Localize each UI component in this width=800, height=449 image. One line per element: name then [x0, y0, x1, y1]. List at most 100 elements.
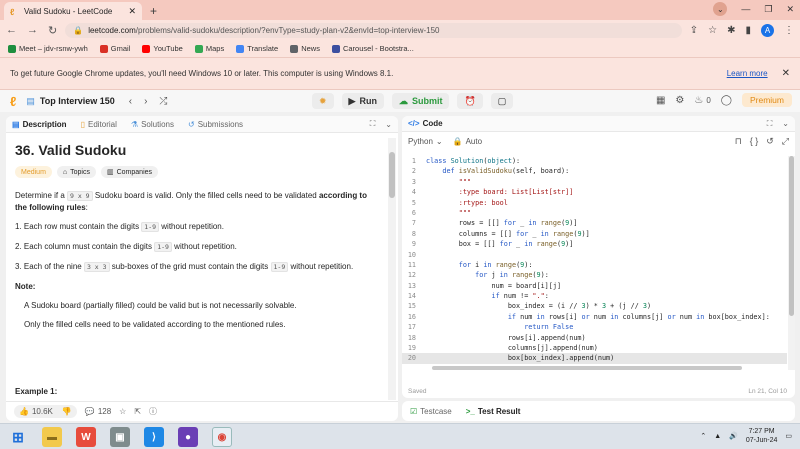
share-icon[interactable]: ⇱: [134, 407, 141, 416]
editor-scrollbar[interactable]: [788, 156, 795, 370]
learn-more-link[interactable]: Learn more: [727, 69, 768, 78]
format-braces-icon[interactable]: { }: [750, 136, 759, 146]
bookmark-youtube[interactable]: YouTube: [142, 44, 183, 53]
settings-gear-icon[interactable]: ⚙: [675, 95, 684, 106]
maximize-icon[interactable]: ⛶: [370, 119, 376, 129]
bookmark-label: Maps: [205, 44, 225, 53]
address-toolbar: ← → ↻ 🔒 leetcode.com /problems/valid-sud…: [0, 20, 800, 40]
building-icon: ▥: [106, 168, 114, 176]
like-button[interactable]: 👍 10.6K 👎: [14, 405, 77, 418]
window-controls: ⌄ — ❐ ✕: [713, 2, 794, 16]
user-avatar-icon[interactable]: ◯: [721, 95, 732, 106]
tray-chevron-icon[interactable]: ⌃: [700, 432, 706, 440]
problem-list-button[interactable]: ▤ Top Interview 150: [26, 96, 114, 107]
tab-solutions[interactable]: ⚗ Solutions: [131, 120, 174, 129]
submit-label: Submit: [411, 96, 443, 106]
app-window-icon[interactable]: ▣: [110, 427, 130, 447]
editor-horizontal-scrollbar[interactable]: [432, 366, 742, 370]
volume-icon[interactable]: 🔊: [729, 432, 738, 440]
code-line: 15 box_index = (i // 3) * 3 + (j // 3): [407, 302, 652, 311]
auto-label: Auto: [465, 136, 483, 146]
reload-icon[interactable]: ↻: [48, 24, 57, 37]
thumbs-down-icon[interactable]: 👎: [62, 407, 72, 416]
next-problem-icon[interactable]: ›: [144, 96, 147, 107]
bookmark-star-icon[interactable]: ☆: [708, 25, 717, 36]
extensions-icon[interactable]: ✱: [727, 25, 735, 36]
share-icon[interactable]: ⇪: [690, 25, 698, 36]
favorite-star-icon[interactable]: ☆: [119, 407, 126, 416]
note-item: Only the filled cells need to be validat…: [24, 319, 375, 330]
side-panel-icon[interactable]: ▮: [745, 25, 751, 36]
tab-label: Editorial: [87, 119, 117, 129]
back-icon[interactable]: ←: [6, 24, 17, 36]
problem-intro: Determine if a 9 x 9 Sudoku board is val…: [15, 190, 375, 213]
bookmark-gmail[interactable]: Gmail: [99, 44, 130, 53]
maximize-icon[interactable]: ⛶: [767, 119, 773, 129]
collapse-chevron-icon[interactable]: ⌄: [782, 119, 789, 128]
profile-avatar[interactable]: A: [761, 23, 774, 37]
streak-counter[interactable]: ♨ 0: [694, 95, 710, 106]
restore-icon[interactable]: ❐: [764, 4, 772, 15]
topics-button[interactable]: ⌂ Topics: [56, 166, 96, 178]
shuffle-icon[interactable]: ⤮: [159, 96, 167, 107]
windows-start-icon[interactable]: ⊞: [8, 427, 28, 447]
vscode-icon[interactable]: ⟩: [144, 427, 164, 447]
bookmark-maps[interactable]: Maps: [194, 44, 225, 53]
code-line: 14 if num != ".":: [407, 292, 549, 301]
language-label: Python: [408, 136, 433, 146]
collapse-chevron-icon[interactable]: ⌄: [385, 120, 392, 129]
menu-kebab-icon[interactable]: ⋮: [784, 25, 794, 36]
github-icon[interactable]: ●: [178, 427, 198, 447]
bookmark-translate[interactable]: Translate: [236, 44, 278, 53]
companies-label: Companies: [116, 168, 153, 176]
code-line: 2 def isValidSudoku(self, board):: [411, 167, 570, 176]
prev-problem-icon[interactable]: ‹: [129, 96, 132, 107]
notifications-icon[interactable]: ▭: [785, 432, 792, 440]
tab-test-result[interactable]: >_ Test Result: [466, 407, 521, 416]
code-editor[interactable]: 1 class Solution(object): 2 def isValidSu…: [402, 156, 787, 370]
scrollbar-thumb[interactable]: [789, 156, 794, 316]
help-icon[interactable]: ⓘ: [149, 406, 157, 417]
leetcode-logo-icon[interactable]: ℓ: [10, 94, 16, 109]
scrollbar-thumb[interactable]: [389, 152, 395, 198]
tab-editorial[interactable]: ▯ Editorial: [81, 120, 117, 129]
clock[interactable]: 7:27 PM 07-Jun-24: [746, 427, 778, 445]
companies-button[interactable]: ▥ Companies: [100, 166, 159, 178]
fullscreen-icon[interactable]: ⤢: [782, 136, 789, 147]
tab-testcase[interactable]: ☑ Testcase: [410, 407, 452, 416]
new-tab-icon[interactable]: +: [150, 4, 157, 18]
address-bar[interactable]: 🔒 leetcode.com /problems/valid-sudoku/de…: [65, 22, 682, 38]
premium-button[interactable]: Premium: [741, 93, 792, 107]
auto-mode-toggle[interactable]: 🔒 Auto: [453, 137, 482, 146]
browser-tab[interactable]: ℓ Valid Sudoku - LeetCode ✕: [4, 2, 142, 20]
bookmark-icon[interactable]: ⊓: [735, 136, 742, 147]
file-explorer-icon[interactable]: ▬: [42, 427, 62, 447]
tab-submissions[interactable]: ↺ Submissions: [188, 120, 243, 129]
reset-icon[interactable]: ↺: [766, 136, 774, 147]
debug-button[interactable]: ✹: [312, 93, 334, 109]
terminal-icon: >_: [465, 406, 475, 416]
comments-button[interactable]: 💬 128: [85, 407, 111, 416]
description-scrollbar[interactable]: [388, 138, 396, 400]
run-button[interactable]: ▶ Run: [341, 93, 384, 109]
layout-grid-icon[interactable]: ▦: [656, 95, 665, 106]
tab-search-chevron-icon[interactable]: ⌄: [713, 2, 728, 16]
timer-button[interactable]: ⏰: [457, 93, 483, 109]
close-tab-icon[interactable]: ✕: [128, 6, 136, 17]
notes-button[interactable]: ▢: [490, 93, 514, 109]
rule-3: 3. Each of the nine 3 x 3 sub-boxes of t…: [15, 261, 375, 273]
minimize-icon[interactable]: —: [741, 4, 750, 14]
bookmark-news[interactable]: News: [290, 44, 320, 53]
cursor-position: Ln 21, Col 10: [748, 388, 787, 395]
forward-icon[interactable]: →: [27, 24, 38, 36]
network-icon[interactable]: ▲: [714, 433, 721, 440]
close-window-icon[interactable]: ✕: [786, 4, 794, 15]
close-infobar-icon[interactable]: ✕: [782, 68, 790, 79]
bookmark-meet[interactable]: Meet – jdv-rsnw-ywh: [8, 44, 88, 53]
language-select[interactable]: Python ⌄: [408, 137, 443, 146]
bookmark-carousel[interactable]: Carousel - Bootstra...: [331, 44, 414, 53]
wps-office-icon[interactable]: W: [76, 427, 96, 447]
chrome-icon[interactable]: ◉: [212, 427, 232, 447]
submit-button[interactable]: ☁ Submit: [391, 93, 450, 109]
tab-description[interactable]: ▤ Description: [12, 120, 67, 129]
